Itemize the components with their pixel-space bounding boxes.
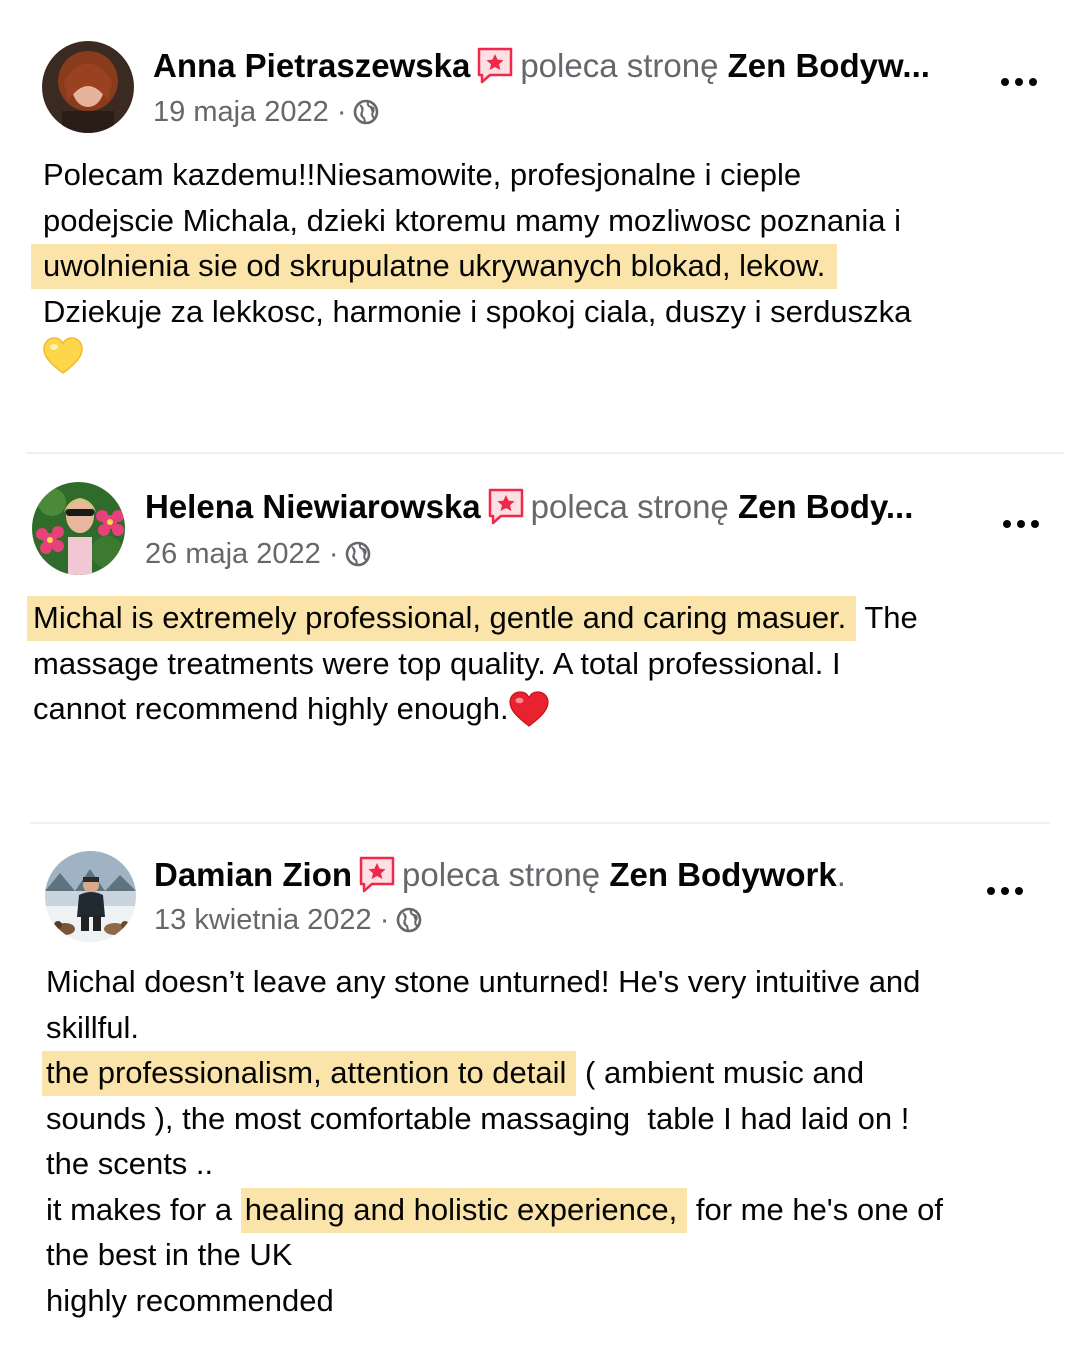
page-link[interactable]: Zen Body... [738, 488, 913, 525]
separator: · [379, 904, 390, 936]
review-line: highly recommended [46, 1282, 334, 1318]
recommend-icon [358, 855, 396, 893]
review-line: podejscie Michala, dzieki ktoremu mamy m… [43, 202, 902, 238]
post-date[interactable]: 19 maja 2022 [153, 96, 329, 128]
post-date[interactable]: 26 maja 2022 [145, 538, 321, 570]
review-line: Dziekuje za lekkosc, harmonie i spokoj c… [43, 293, 912, 329]
page-link[interactable]: Zen Bodywork [609, 856, 836, 893]
review-line: Polecam kazdemu!!Niesamowite, profesjona… [43, 157, 802, 192]
review-text: Polecam kazdemu!!Niesamowite, profesjona… [31, 152, 912, 388]
avatar[interactable] [42, 41, 134, 133]
author-name[interactable]: Helena Niewiarowska [145, 488, 481, 525]
review-line: it makes for a [46, 1191, 241, 1227]
review-line: ( ambient music and [576, 1055, 865, 1090]
review-line: The [856, 600, 918, 635]
review-text: Michal doesn’t leave any stone unturned!… [42, 959, 944, 1323]
author-name[interactable]: Anna Pietraszewska [153, 47, 470, 84]
highlighted-text: healing and holistic experience, [240, 1187, 688, 1233]
author-name[interactable]: Damian Zion [154, 856, 352, 893]
review-line: sounds ), the most comfortable massaging… [46, 1100, 910, 1136]
page-link[interactable]: Zen Bodyw... [728, 47, 930, 84]
avatar[interactable] [32, 482, 125, 575]
recommend-action: poleca stronę [530, 488, 729, 525]
review-text: Michal is extremely professional, gentle… [27, 595, 918, 740]
review-line: skillful. [46, 1009, 140, 1045]
review-line: the scents .. [46, 1146, 214, 1181]
recommend-action: poleca stronę [402, 856, 601, 893]
red-heart-icon [509, 691, 549, 740]
more-options-icon[interactable] [985, 881, 1025, 901]
globe-icon [352, 98, 380, 126]
page-suffix: . [836, 856, 846, 893]
recommend-action: poleca stronę [520, 47, 719, 84]
separator: · [336, 96, 347, 128]
avatar[interactable] [45, 851, 136, 942]
divider [30, 822, 1050, 824]
yellow-heart-icon [43, 337, 83, 388]
separator: · [328, 538, 339, 570]
recommend-icon [476, 46, 514, 84]
review-line: cannot recommend highly enough. [33, 691, 509, 726]
more-options-icon[interactable] [999, 72, 1039, 92]
review-line: Michal doesn’t leave any stone unturned!… [46, 964, 921, 999]
highlighted-text: uwolnienia sie od skrupulatne ukrywanych… [31, 244, 838, 289]
globe-icon [395, 906, 423, 934]
review-line: the best in the UK [46, 1237, 293, 1272]
more-options-icon[interactable] [1001, 514, 1041, 534]
globe-icon [344, 540, 372, 568]
review-line: massage treatments were top quality. A t… [33, 645, 841, 681]
highlighted-text: the professionalism, attention to detail [42, 1051, 577, 1096]
highlighted-text: Michal is extremely professional, gentle… [27, 596, 857, 641]
post-date[interactable]: 13 kwietnia 2022 [154, 904, 372, 936]
divider [26, 452, 1064, 454]
review-line: for me he's one of [687, 1191, 944, 1227]
recommend-icon [487, 487, 525, 525]
